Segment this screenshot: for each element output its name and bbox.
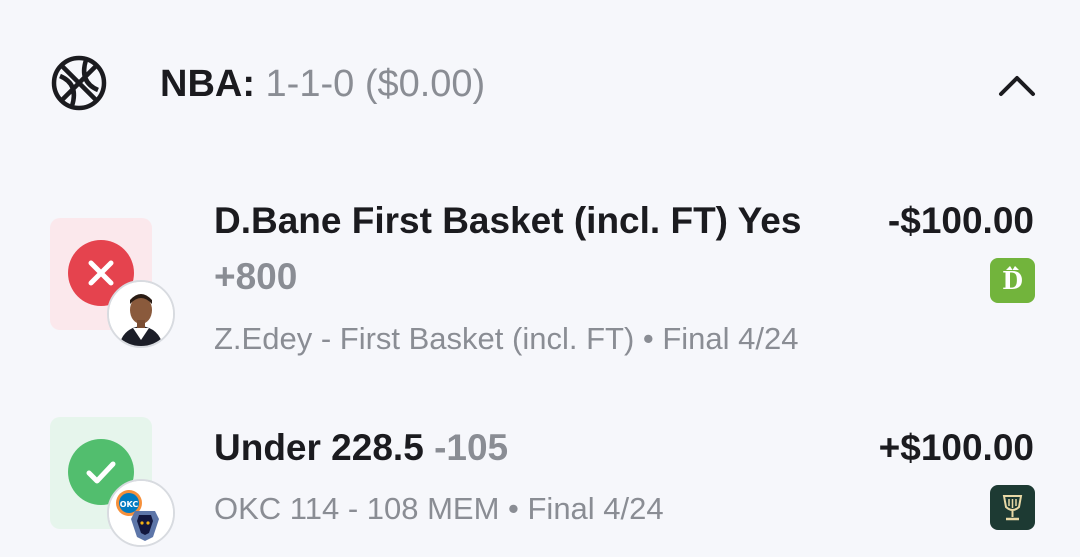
chevron-up-icon[interactable] (992, 62, 1042, 106)
svg-text:OKC: OKC (120, 500, 139, 509)
nba-bets-panel: NBA: 1-1-0 ($0.00) D.Bane First Basket (… (0, 0, 1080, 557)
basketball-icon (50, 54, 108, 112)
league-title: NBA: 1-1-0 ($0.00) (160, 62, 485, 106)
bet-row[interactable]: D.Bane First Basket (incl. FT) Yes +800 … (0, 195, 1080, 370)
draftkings-logo-icon: D (990, 258, 1035, 303)
svg-text:D: D (1002, 266, 1023, 295)
team-logos-icon: OKC (107, 479, 175, 547)
sportsbook-trophy-logo-icon (990, 485, 1035, 530)
bet-amount: -$100.00 (887, 200, 1034, 241)
bet-odds: +800 (214, 256, 298, 297)
bet-odds: -105 (434, 427, 509, 468)
league-record: 1-1-0 ($0.00) (265, 63, 486, 105)
league-header[interactable]: NBA: 1-1-0 ($0.00) (0, 40, 1080, 130)
player-avatar-icon (107, 280, 175, 348)
bet-title: Under 228.5 -105 (214, 424, 508, 472)
bet-title-text: Under 228.5 (214, 427, 424, 468)
bet-title: D.Bane First Basket (incl. FT) Yes (214, 200, 802, 241)
bet-row[interactable]: OKC Under 228.5 -105 OKC 114 - 108 MEM •… (0, 416, 1080, 557)
league-name: NBA: (160, 63, 255, 105)
bet-subtitle: OKC 114 - 108 MEM • Final 4/24 (214, 491, 664, 526)
bet-subtitle: Z.Edey - First Basket (incl. FT) • Final… (214, 321, 799, 356)
bet-amount: +$100.00 (878, 427, 1034, 468)
